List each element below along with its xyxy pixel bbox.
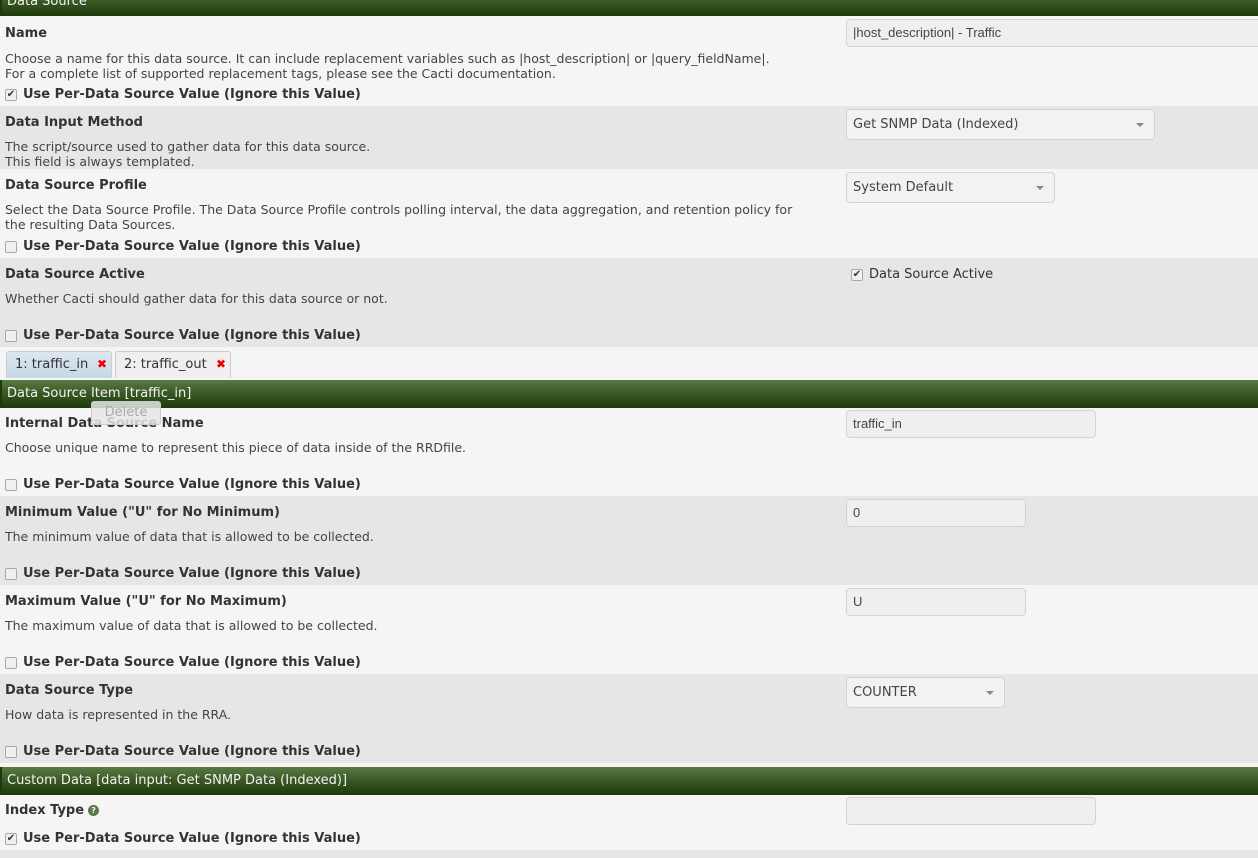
field-desc-name-2: For a complete list of supported replace… [5,66,556,81]
per-ds-checkbox-internal-name[interactable]: Use Per-Data Source Value (Ignore this V… [5,477,361,492]
field-label-input-method: Data Input Method [5,115,143,130]
per-ds-checkbox-ds-type[interactable]: Use Per-Data Source Value (Ignore this V… [5,744,361,759]
index-type-label: Index Type [5,803,85,818]
delete-tooltip: Delete [91,401,161,425]
section-header-custom-data: Custom Data [data input: Get SNMP Data (… [0,767,1258,795]
tab-traffic-out[interactable]: 2: traffic_out ✖ [115,351,231,378]
ds-type-select[interactable]: COUNTER [846,677,1005,708]
field-row-max-value: Maximum Value ("U" for No Maximum) The m… [0,585,1258,674]
field-desc-internal-name: Choose unique name to represent this pie… [5,440,467,455]
field-row-input-method: Data Input Method The script/source used… [0,106,1258,169]
checkbox-empty-icon[interactable] [5,329,17,342]
per-ds-checkbox-profile[interactable]: Use Per-Data Source Value (Ignore this V… [5,239,361,254]
field-label-profile: Data Source Profile [5,178,147,193]
field-row-index-type: Index Type? ✔ Use Per-Data Source Value … [0,795,1258,850]
field-desc-input-method-1: The script/source used to gather data fo… [5,139,371,154]
section-title: Custom Data [data input: Get SNMP Data (… [7,773,348,788]
field-desc-profile-2: the resulting Data Sources. [5,217,176,232]
check-icon[interactable]: ✔ [5,88,17,101]
name-input[interactable]: |host_description| - Traffic [846,19,1258,47]
select-value: Get SNMP Data (Indexed) [853,117,1019,132]
index-type-input[interactable] [846,797,1096,825]
per-ds-checkbox-name[interactable]: ✔ Use Per-Data Source Value (Ignore this… [5,87,361,102]
tab-bar: 1: traffic_in ✖ 2: traffic_out ✖ [0,347,1258,380]
field-row-name: Name Choose a name for this data source.… [0,16,1258,106]
section-header-data-source-item: Data Source Item [traffic_in] [0,380,1258,408]
field-desc-min-value: The minimum value of data that is allowe… [5,529,374,544]
per-ds-label: Use Per-Data Source Value (Ignore this V… [23,239,361,254]
field-row-next [0,850,1258,858]
field-row-ds-type: Data Source Type How data is represented… [0,674,1258,763]
profile-select[interactable]: System Default [846,172,1055,203]
field-label-ds-type: Data Source Type [5,683,134,698]
checkbox-empty-icon[interactable] [5,478,17,491]
tab-label: 1: traffic_in [15,357,89,372]
per-ds-checkbox-max-value[interactable]: Use Per-Data Source Value (Ignore this V… [5,655,361,670]
field-desc-input-method-2: This field is always templated. [5,154,195,169]
checkbox-empty-icon[interactable] [5,745,17,758]
per-ds-checkbox-min-value[interactable]: Use Per-Data Source Value (Ignore this V… [5,566,361,581]
tab-label: 2: traffic_out [124,357,207,372]
checkbox-empty-icon[interactable] [5,240,17,253]
checkbox-empty-icon[interactable] [5,567,17,580]
min-value-input[interactable]: 0 [846,499,1026,527]
field-label-max-value: Maximum Value ("U" for No Maximum) [5,594,287,609]
help-icon[interactable]: ? [88,805,100,816]
input-method-select[interactable]: Get SNMP Data (Indexed) [846,109,1155,140]
tab-traffic-in[interactable]: 1: traffic_in ✖ [6,351,112,378]
field-desc-active: Whether Cacti should gather data for thi… [5,291,388,306]
select-value: COUNTER [853,685,917,700]
section-header-data-source: Data Source [0,0,1258,16]
delete-icon[interactable]: ✖ [97,352,107,377]
per-ds-label: Use Per-Data Source Value (Ignore this V… [23,87,361,102]
field-label-name: Name [5,26,48,41]
max-value-input[interactable]: U [846,588,1026,616]
field-row-active: Data Source Active Whether Cacti should … [0,258,1258,347]
per-ds-label: Use Per-Data Source Value (Ignore this V… [23,655,361,670]
per-ds-checkbox-active[interactable]: Use Per-Data Source Value (Ignore this V… [5,328,361,343]
section-title: Data Source Item [traffic_in] [7,386,192,401]
field-desc-max-value: The maximum value of data that is allowe… [5,618,378,633]
per-ds-checkbox-index-type[interactable]: ✔ Use Per-Data Source Value (Ignore this… [5,831,361,846]
per-ds-label: Use Per-Data Source Value (Ignore this V… [23,744,361,759]
check-icon[interactable]: ✔ [5,832,17,845]
chevron-down-icon [1136,123,1144,127]
select-value: System Default [853,180,954,195]
field-label-index-type: Index Type? [5,803,100,818]
field-row-min-value: Minimum Value ("U" for No Minimum) The m… [0,496,1258,585]
per-ds-label: Use Per-Data Source Value (Ignore this V… [23,566,361,581]
active-checkbox-label: Data Source Active [869,267,994,282]
field-label-active: Data Source Active [5,267,145,282]
section-title: Data Source [7,0,87,9]
field-row-profile: Data Source Profile Select the Data Sour… [0,169,1258,258]
field-desc-ds-type: How data is represented in the RRA. [5,707,232,722]
internal-name-input[interactable]: traffic_in [846,410,1096,438]
chevron-down-icon [986,691,994,695]
delete-icon[interactable]: ✖ [216,352,226,377]
field-desc-name-1: Choose a name for this data source. It c… [5,51,770,66]
per-ds-label: Use Per-Data Source Value (Ignore this V… [23,477,361,492]
chevron-down-icon [1036,186,1044,190]
field-label-min-value: Minimum Value ("U" for No Minimum) [5,505,280,520]
field-row-internal-name: Internal Data Source Name Choose unique … [0,408,1258,496]
active-checkbox[interactable]: ✔ Data Source Active [851,267,993,282]
checkbox-empty-icon[interactable] [5,656,17,669]
per-ds-label: Use Per-Data Source Value (Ignore this V… [23,328,361,343]
per-ds-label: Use Per-Data Source Value (Ignore this V… [23,831,361,846]
check-icon[interactable]: ✔ [851,268,863,281]
field-desc-profile-1: Select the Data Source Profile. The Data… [5,202,793,217]
